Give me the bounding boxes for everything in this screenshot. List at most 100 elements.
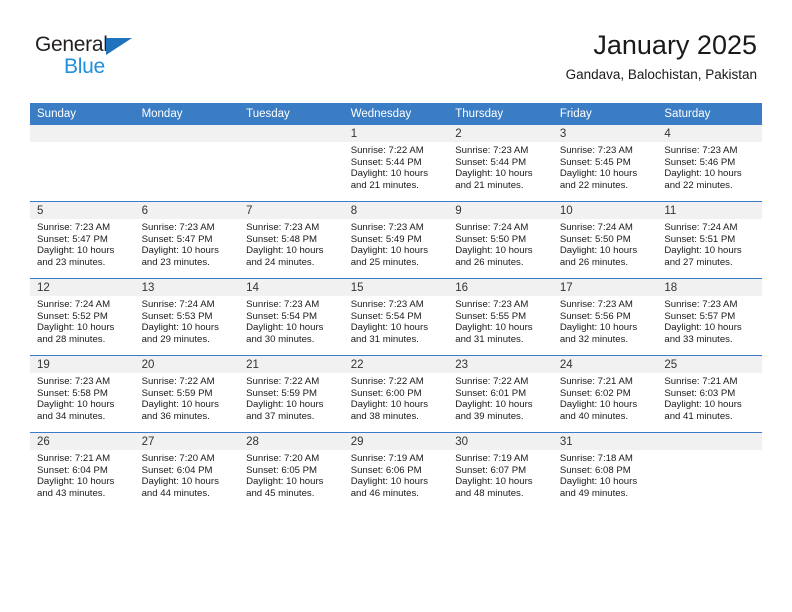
daylight-text-line2: and 31 minutes. <box>455 333 524 345</box>
title-block: January 2025 Gandava, Balochistan, Pakis… <box>566 28 757 85</box>
daylight-text-line2: and 45 minutes. <box>246 487 315 499</box>
calendar-day-cell: 7 Sunrise: 7:23 AM Sunset: 5:48 PM Daylight… <box>239 201 344 279</box>
calendar-day-cell-empty <box>657 432 762 509</box>
sunset-text: Sunset: 5:45 PM <box>559 156 631 168</box>
daylight-text-line2: and 24 minutes. <box>246 256 315 268</box>
calendar-day-cell: 29 Sunrise: 7:19 AM Sunset: 6:06 PM Dayligh… <box>343 432 449 509</box>
sunrise-text: Sunrise: 7:20 AM <box>141 453 215 464</box>
sunrise-text: Sunrise: 7:23 AM <box>141 222 215 233</box>
sunrise-text: Sunrise: 7:19 AM <box>350 453 424 464</box>
sunset-text: Sunset: 6:08 PM <box>559 464 631 476</box>
daylight-text-line1: Daylight: 10 hours <box>141 245 219 257</box>
sunset-text: Sunset: 5:59 PM <box>141 387 213 399</box>
day-details: Sunrise: 7:23 AM Sunset: 5:49 PM Daylight:… <box>344 219 449 268</box>
day-number: 12 <box>30 279 135 296</box>
daylight-text-line2: and 41 minutes. <box>664 410 733 422</box>
day-details: Sunrise: 7:23 AM Sunset: 5:44 PM Daylight:… <box>448 142 553 191</box>
sunset-text: Sunset: 5:56 PM <box>559 310 631 322</box>
calendar-page: General Blue January 2025 Gandava, Baloc… <box>0 0 792 612</box>
sunset-text: Sunset: 5:44 PM <box>455 156 527 168</box>
sunrise-text: Sunrise: 7:24 AM <box>664 222 738 233</box>
daylight-text-line2: and 22 minutes. <box>664 179 733 191</box>
day-details: Sunrise: 7:19 AM Sunset: 6:07 PM Daylight:… <box>448 450 553 499</box>
daylight-text-line1: Daylight: 10 hours <box>664 168 742 180</box>
day-number: 21 <box>239 356 344 373</box>
sunrise-text: Sunrise: 7:23 AM <box>455 145 529 156</box>
daylight-text-line1: Daylight: 10 hours <box>559 322 638 334</box>
sunset-text: Sunset: 5:46 PM <box>664 156 736 168</box>
daylight-text-line2: and 28 minutes. <box>37 333 106 345</box>
sunrise-text: Sunrise: 7:23 AM <box>246 222 320 233</box>
page-header: General Blue January 2025 Gandava, Baloc… <box>0 0 792 103</box>
day-number <box>657 433 762 450</box>
calendar-day-cell: 21 Sunrise: 7:22 AM Sunset: 5:59 PM Dayligh… <box>239 355 344 433</box>
day-number: 25 <box>657 356 762 373</box>
day-details: Sunrise: 7:23 AM Sunset: 5:45 PM Daylight:… <box>553 142 658 191</box>
day-details: Sunrise: 7:22 AM Sunset: 6:00 PM Daylight:… <box>344 373 449 422</box>
day-number <box>30 125 135 142</box>
calendar-day-cell: 28 Sunrise: 7:20 AM Sunset: 6:05 PM Dayligh… <box>239 432 344 509</box>
daylight-text-line2: and 32 minutes. <box>559 333 629 345</box>
calendar-day-cell: 18 Sunrise: 7:23 AM Sunset: 5:57 PM Dayligh… <box>657 278 762 356</box>
daylight-text-line2: and 36 minutes. <box>141 410 210 422</box>
daylight-text-line2: and 29 minutes. <box>141 333 210 345</box>
weekday-header-tuesday: Tuesday <box>239 103 344 125</box>
sunrise-text: Sunrise: 7:23 AM <box>37 376 111 387</box>
day-number: 20 <box>134 356 240 373</box>
calendar-day-cell: 5 Sunrise: 7:23 AM Sunset: 5:47 PM Daylight… <box>30 201 135 279</box>
day-number: 27 <box>134 433 240 450</box>
sunset-text: Sunset: 6:03 PM <box>664 387 736 399</box>
calendar-day-cell: 25 Sunrise: 7:21 AM Sunset: 6:03 PM Dayligh… <box>657 355 762 433</box>
daylight-text-line1: Daylight: 10 hours <box>350 399 429 411</box>
daylight-text-line2: and 34 minutes. <box>37 410 106 422</box>
page-title: January 2025 <box>593 30 757 60</box>
daylight-text-line2: and 46 minutes. <box>350 487 419 499</box>
calendar-day-cell: 12 Sunrise: 7:24 AM Sunset: 5:52 PM Dayligh… <box>30 278 135 356</box>
sunrise-text: Sunrise: 7:23 AM <box>559 299 633 310</box>
daylight-text-line2: and 38 minutes. <box>350 410 419 422</box>
day-details: Sunrise: 7:24 AM Sunset: 5:50 PM Daylight:… <box>553 219 658 268</box>
sunrise-text: Sunrise: 7:21 AM <box>559 376 633 387</box>
daylight-text-line1: Daylight: 10 hours <box>350 476 429 488</box>
sunset-text: Sunset: 5:48 PM <box>246 233 318 245</box>
day-details: Sunrise: 7:23 AM Sunset: 5:57 PM Daylight:… <box>657 296 762 345</box>
day-details: Sunrise: 7:20 AM Sunset: 6:05 PM Daylight:… <box>239 450 344 499</box>
weekday-header-friday: Friday <box>552 103 658 125</box>
calendar-day-cell: 30 Sunrise: 7:19 AM Sunset: 6:07 PM Dayligh… <box>448 432 553 509</box>
day-details: Sunrise: 7:24 AM Sunset: 5:53 PM Daylight:… <box>135 296 240 345</box>
daylight-text-line2: and 49 minutes. <box>559 487 629 499</box>
day-number: 4 <box>657 125 762 142</box>
sunset-text: Sunset: 6:05 PM <box>246 464 318 476</box>
sunset-text: Sunset: 5:49 PM <box>350 233 422 245</box>
daylight-text-line1: Daylight: 10 hours <box>455 322 533 334</box>
daylight-text-line1: Daylight: 10 hours <box>455 168 533 180</box>
calendar-day-cell: 14 Sunrise: 7:23 AM Sunset: 5:54 PM Dayligh… <box>239 278 344 356</box>
sunrise-text: Sunrise: 7:23 AM <box>350 222 424 233</box>
daylight-text-line1: Daylight: 10 hours <box>455 399 533 411</box>
daylight-text-line2: and 21 minutes. <box>350 179 419 191</box>
daylight-text-line1: Daylight: 10 hours <box>141 476 219 488</box>
sunset-text: Sunset: 5:47 PM <box>37 233 108 245</box>
day-number: 18 <box>657 279 762 296</box>
calendar-week-row: 19 Sunrise: 7:23 AM Sunset: 5:58 PM Dayligh… <box>30 355 762 433</box>
daylight-text-line1: Daylight: 10 hours <box>664 399 742 411</box>
daylight-text-line1: Daylight: 10 hours <box>37 245 115 257</box>
day-number: 16 <box>448 279 553 296</box>
sunrise-text: Sunrise: 7:23 AM <box>664 145 738 156</box>
day-details: Sunrise: 7:23 AM Sunset: 5:56 PM Daylight:… <box>553 296 658 345</box>
sunrise-text: Sunrise: 7:23 AM <box>350 299 424 310</box>
day-details: Sunrise: 7:21 AM Sunset: 6:04 PM Daylight:… <box>30 450 135 499</box>
day-details: Sunrise: 7:23 AM Sunset: 5:54 PM Daylight:… <box>344 296 449 345</box>
daylight-text-line2: and 26 minutes. <box>455 256 524 268</box>
day-number: 3 <box>552 125 658 142</box>
calendar-body: 1 Sunrise: 7:22 AM Sunset: 5:44 PM Daylight… <box>30 125 762 509</box>
daylight-text-line1: Daylight: 10 hours <box>559 168 638 180</box>
sunset-text: Sunset: 6:04 PM <box>37 464 108 476</box>
day-details: Sunrise: 7:23 AM Sunset: 5:47 PM Daylight:… <box>30 219 135 268</box>
day-number: 31 <box>552 433 658 450</box>
sunset-text: Sunset: 6:06 PM <box>350 464 422 476</box>
day-number: 10 <box>552 202 658 219</box>
weekday-header-thursday: Thursday <box>448 103 553 125</box>
sunrise-text: Sunrise: 7:21 AM <box>37 453 111 464</box>
daylight-text-line2: and 48 minutes. <box>455 487 524 499</box>
